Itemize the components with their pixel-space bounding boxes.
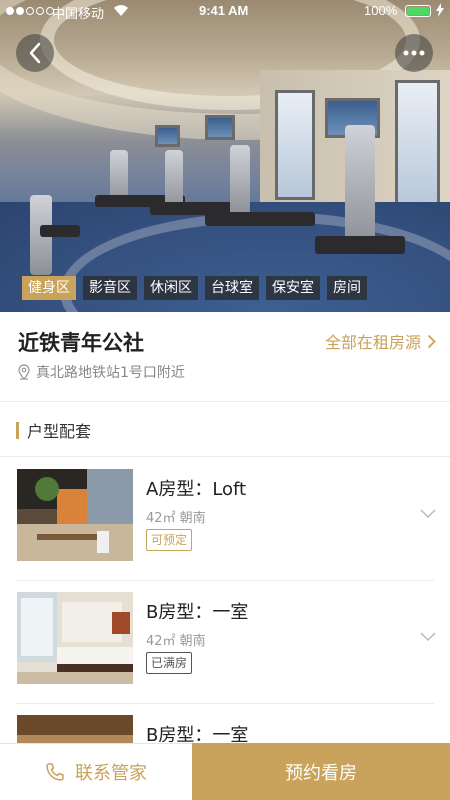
hero-window [275, 90, 315, 200]
status-time: 9:41 AM [199, 3, 249, 18]
back-arrow-icon [29, 42, 41, 64]
treadmill-belt [205, 212, 315, 226]
room-meta: 42㎡ 朝南 [146, 634, 206, 649]
book-viewing-button[interactable]: 预约看房 [192, 743, 450, 800]
hero-tv-screen [155, 125, 180, 147]
hero-image[interactable] [0, 0, 450, 312]
address-text: 真北路地铁站1号口附近 [36, 365, 185, 381]
location-pin-icon [18, 364, 30, 380]
tag-rooms[interactable]: 房间 [327, 276, 367, 300]
book-label: 预约看房 [285, 762, 357, 784]
room-item-a[interactable]: A房型：Loft 42㎡ 朝南 可预定 [0, 457, 450, 581]
status-bar: 中国移动 9:41 AM 100% [0, 0, 450, 24]
signal-icon [6, 7, 54, 15]
hero-tv-screen [205, 115, 235, 140]
room-meta: 42㎡ 朝南 [146, 511, 206, 526]
exercise-bike-seat [40, 225, 80, 237]
chevron-down-icon[interactable] [420, 503, 436, 522]
treadmill [230, 145, 250, 215]
all-rooms-link[interactable]: 全部在租房源 [325, 329, 436, 353]
room-name: B房型：一室 [146, 602, 249, 623]
tag-media[interactable]: 影音区 [83, 276, 137, 300]
chevron-right-icon [427, 334, 436, 348]
elliptical [345, 125, 375, 245]
property-title: 近铁青年公社 [18, 331, 144, 355]
section-title: 户型配套 [27, 422, 92, 441]
carrier-label: 中国移动 [52, 6, 105, 21]
elliptical-base [315, 236, 405, 254]
room-name: A房型：Loft [146, 479, 247, 500]
tag-billiards[interactable]: 台球室 [205, 276, 259, 300]
tag-lounge[interactable]: 休闲区 [144, 276, 198, 300]
section-header: 户型配套 [16, 418, 91, 442]
hero-window [395, 80, 440, 210]
section-accent-bar [16, 421, 19, 439]
battery-icon [405, 5, 431, 17]
charging-icon [436, 3, 444, 20]
status-badge: 可预定 [146, 529, 193, 551]
tag-gym[interactable]: 健身区 [22, 276, 76, 300]
battery-percent: 100% [364, 3, 398, 18]
status-badge: 已满房 [146, 652, 193, 674]
property-info: 近铁青年公社 全部在租房源 真北路地铁站1号口附近 [0, 312, 450, 402]
wifi-icon [113, 4, 129, 20]
back-button[interactable] [16, 34, 54, 72]
more-button[interactable] [395, 34, 433, 72]
contact-manager-button[interactable]: 联系管家 [0, 743, 192, 800]
all-rooms-label: 全部在租房源 [324, 333, 421, 352]
contact-label: 联系管家 [75, 763, 147, 784]
room-thumbnail [17, 592, 133, 684]
bottom-bar: 联系管家 预约看房 [0, 743, 450, 800]
room-item-b[interactable]: B房型：一室 42㎡ 朝南 已满房 [0, 580, 450, 704]
divider [0, 401, 450, 402]
chevron-down-icon[interactable] [420, 626, 436, 645]
treadmill [165, 150, 183, 210]
area-tags: 健身区 影音区 休闲区 台球室 保安室 房间 [22, 276, 367, 300]
tag-security[interactable]: 保安室 [266, 276, 320, 300]
address: 真北路地铁站1号口附近 [18, 362, 185, 382]
phone-icon [46, 763, 64, 781]
room-thumbnail [17, 469, 133, 561]
more-dots-icon [403, 50, 425, 56]
